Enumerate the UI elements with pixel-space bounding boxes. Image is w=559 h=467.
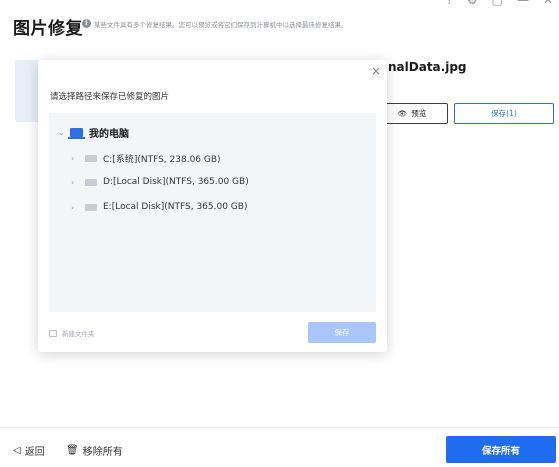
close-window-icon[interactable]: ✕ (543, 0, 553, 7)
remove-all-button[interactable]: 🗑 移除所有 (66, 443, 123, 458)
chevron-right-icon[interactable]: › (71, 154, 83, 163)
drive-icon (85, 203, 97, 211)
help-icon[interactable]: ? (446, 0, 452, 7)
save-all-button[interactable]: 保存所有 (446, 436, 556, 463)
file-name: nalData.jpg (388, 60, 467, 74)
drive-icon (85, 155, 97, 162)
new-folder-label: 新建文件夹 (62, 330, 95, 338)
eye-icon: 👁 (397, 109, 408, 118)
drive-label: E:[Local Disk](NTFS, 365.00 GB) (103, 202, 248, 212)
window-controls: ? ⚙ ▢ — ✕ (446, 0, 553, 7)
close-icon[interactable]: × (371, 64, 381, 78)
save-button[interactable]: 保存(1) (454, 103, 554, 124)
minimize-icon[interactable]: — (517, 0, 529, 7)
chevron-right-icon[interactable]: › (71, 203, 83, 212)
feedback-icon[interactable]: ▢ (492, 0, 503, 7)
computer-icon (68, 128, 85, 139)
back-icon: ◁ (13, 445, 21, 456)
drive-icon (85, 178, 97, 186)
page-title: 图片修复 (13, 19, 83, 39)
page-subtitle: 某些文件具有多个修复结果。您可以预览或将它们保存到计算机中以选择最佳修复结果。 (94, 21, 348, 29)
tree-item-drive-e[interactable]: › E:[Local Disk](NTFS, 365.00 GB) (71, 202, 247, 212)
new-folder-icon (49, 329, 57, 337)
back-label: 返回 (24, 447, 45, 458)
tree-item-drive-c[interactable]: › C:[系统](NTFS, 238.06 GB) (71, 152, 221, 165)
chevron-right-icon[interactable]: › (71, 178, 83, 187)
preview-label: 预览 (411, 109, 427, 118)
tree-item-drive-d[interactable]: › D:[Local Disk](NTFS, 365.00 GB) (71, 177, 249, 187)
folder-tree: ⌄ 我的电脑 › C:[系统](NTFS, 238.06 GB) › D:[Lo… (49, 113, 376, 312)
settings-icon[interactable]: ⚙ (467, 0, 478, 7)
back-button[interactable]: ◁ 返回 (13, 443, 45, 458)
dialog-save-button[interactable]: 保存 (308, 322, 376, 343)
info-icon: i (82, 19, 91, 28)
new-folder-button[interactable]: 新建文件夹 (49, 328, 95, 338)
drive-label: C:[系统](NTFS, 238.06 GB) (103, 155, 221, 165)
trash-icon: 🗑 (66, 445, 79, 456)
tree-item-my-computer[interactable]: ⌄ 我的电脑 (58, 125, 129, 140)
tree-root-label: 我的电脑 (89, 129, 129, 140)
footer-divider (0, 427, 559, 428)
remove-all-label: 移除所有 (82, 447, 123, 458)
dialog-title: 请选择路径来保存已修复的图片 (50, 92, 170, 102)
chevron-down-icon[interactable]: ⌄ (58, 128, 70, 137)
drive-label: D:[Local Disk](NTFS, 365.00 GB) (103, 177, 249, 187)
save-path-dialog: × 请选择路径来保存已修复的图片 ⌄ 我的电脑 › C:[系统](NTFS, 2… (38, 60, 387, 352)
